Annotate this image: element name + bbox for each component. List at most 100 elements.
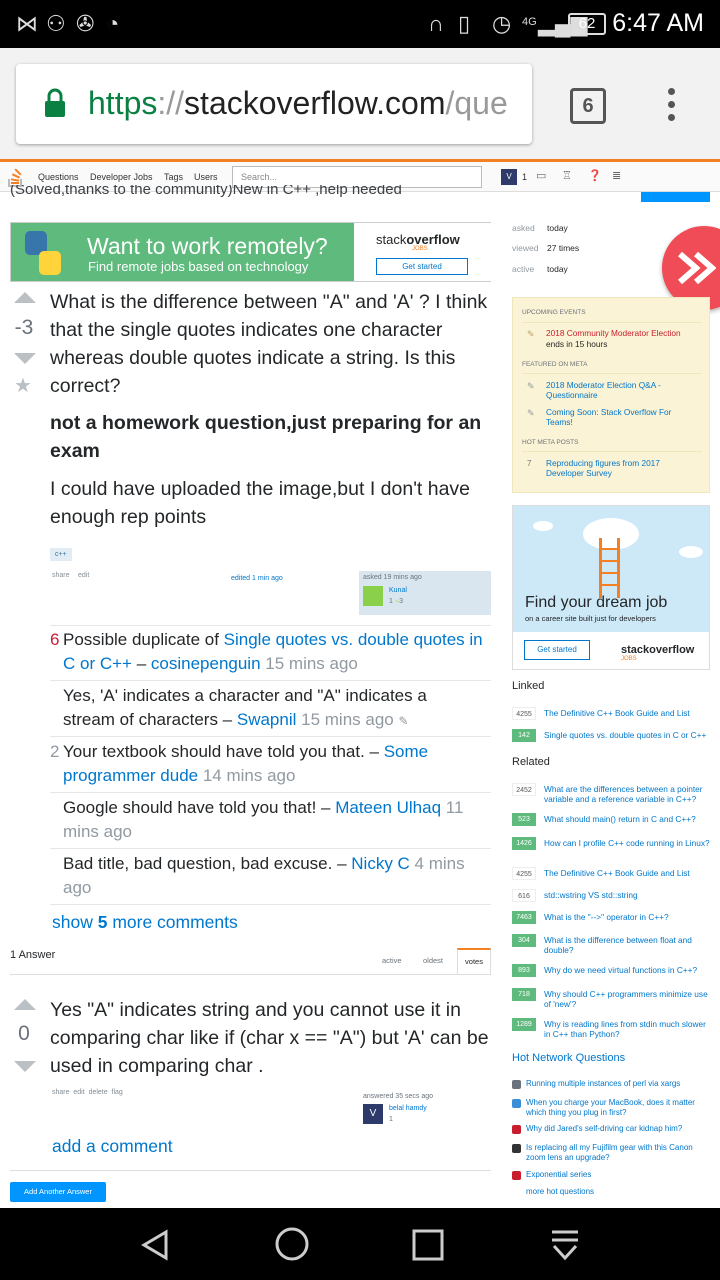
meta-link[interactable]: 2018 Moderator Election Q&A - Questionna… bbox=[546, 380, 696, 400]
hot-meta-link[interactable]: Reproducing figures from 2017 Developer … bbox=[546, 458, 696, 478]
related-question-link[interactable]: How can I profile C++ code running in Li… bbox=[544, 838, 714, 848]
edit-pencil-icon[interactable]: ✎ bbox=[398, 714, 408, 728]
network-type: 4G bbox=[522, 16, 537, 28]
hot-network-question-link[interactable]: Why did Jared's self-driving car kidnap … bbox=[526, 1124, 706, 1134]
jobs-ad-banner[interactable]: Want to work remotely? Find remote jobs … bbox=[10, 222, 491, 282]
nav-users[interactable]: Users bbox=[194, 172, 218, 182]
hot-network-question-link[interactable]: Is replacing all my Fujifilm gear with t… bbox=[526, 1143, 706, 1163]
avatar[interactable]: V bbox=[501, 169, 517, 185]
nav-questions[interactable]: Questions bbox=[38, 172, 79, 182]
event-link[interactable]: 2018 Community Moderator Election bbox=[546, 328, 681, 338]
site-icon bbox=[512, 1099, 521, 1108]
vibrate-icon: ▯ bbox=[458, 11, 471, 36]
jobs-label: JOBS bbox=[621, 656, 637, 662]
jobs-label: JOBS bbox=[412, 246, 428, 252]
answerer-avatar[interactable]: V bbox=[363, 1104, 383, 1124]
tag-cpp[interactable]: c++ bbox=[50, 548, 72, 561]
answer-upvote-button[interactable] bbox=[14, 999, 36, 1010]
edited-info[interactable]: edited 1 min ago bbox=[231, 575, 283, 582]
related-question-link[interactable]: What should main() return in C and C++? bbox=[544, 814, 714, 824]
back-icon[interactable] bbox=[138, 1228, 172, 1262]
site-switcher-icon[interactable]: ≣ bbox=[612, 169, 621, 182]
comment-user[interactable]: cosinepenguin bbox=[151, 654, 261, 673]
hot-network-heading[interactable]: Hot Network Questions bbox=[512, 1052, 625, 1064]
sort-votes-tab[interactable]: votes bbox=[457, 948, 491, 974]
related-question-link[interactable]: Why should C++ programmers minimize use … bbox=[544, 989, 714, 1009]
viewed-label: viewed bbox=[512, 243, 539, 253]
share-link[interactable]: share bbox=[52, 572, 70, 579]
comment-item: Bad title, bad question, bad excuse. – N… bbox=[63, 854, 465, 897]
favorite-star-icon[interactable]: ★ bbox=[14, 373, 32, 398]
site-icon bbox=[512, 1144, 521, 1153]
nav-developer-jobs[interactable]: Developer Jobs bbox=[90, 172, 153, 182]
show-more-comments-link[interactable]: show 5 more comments bbox=[52, 912, 238, 933]
bulletin-divider bbox=[522, 373, 702, 374]
meta-link[interactable]: Coming Soon: Stack Overflow For Teams! bbox=[546, 407, 696, 427]
downvote-button[interactable] bbox=[14, 353, 36, 364]
site-icon bbox=[512, 1171, 521, 1180]
question-score-badge: 7463 bbox=[512, 911, 536, 924]
answerer-name[interactable]: belal hamdy bbox=[389, 1105, 427, 1112]
answers-divider bbox=[10, 974, 491, 975]
related-question-link[interactable]: What is the difference between float and… bbox=[544, 935, 714, 955]
notification-pull-icon[interactable] bbox=[548, 1226, 582, 1262]
ad-get-started-button[interactable]: Get started bbox=[524, 640, 590, 660]
asker-name[interactable]: Kunal bbox=[389, 587, 407, 594]
sort-oldest-tab[interactable]: oldest bbox=[423, 956, 443, 965]
hot-network-question-link[interactable]: Running multiple instances of perl via x… bbox=[526, 1079, 706, 1089]
lock-icon bbox=[45, 88, 65, 117]
ask-question-button[interactable] bbox=[641, 192, 710, 202]
related-question-link[interactable]: Why is reading lines from stdin much slo… bbox=[544, 1019, 714, 1039]
overflow-menu-icon[interactable] bbox=[668, 88, 676, 127]
related-question-link[interactable]: std::wstring VS std::string bbox=[544, 890, 714, 900]
comment-item: Your textbook should have told you that.… bbox=[63, 742, 429, 785]
question-score-badge: 893 bbox=[512, 964, 536, 977]
related-question-link[interactable]: What are the differences between a point… bbox=[544, 784, 714, 804]
answer-actions[interactable]: share edit delete flag bbox=[52, 1089, 123, 1096]
question-score-badge: 304 bbox=[512, 934, 536, 947]
meta-icon: ✎ bbox=[527, 381, 535, 391]
hot-network-question-link[interactable]: Exponential series bbox=[526, 1170, 706, 1180]
achievements-icon[interactable]: ♖ bbox=[562, 169, 572, 182]
comment-user[interactable]: Nicky C bbox=[351, 854, 410, 873]
user-avatar[interactable] bbox=[363, 586, 383, 606]
comment-user[interactable]: Mateen Ulhaq bbox=[335, 798, 441, 817]
comment-user[interactable]: Swapnil bbox=[237, 710, 297, 729]
alarm-icon: ◷ bbox=[492, 11, 512, 36]
question-score-badge: 4255 bbox=[512, 867, 536, 880]
hot-network-question-link[interactable]: When you charge your MacBook, does it ma… bbox=[526, 1098, 706, 1118]
address-bar[interactable]: https://stackoverflow.com/que bbox=[16, 64, 532, 144]
edit-link[interactable]: edit bbox=[78, 572, 89, 579]
help-icon[interactable]: ❓ bbox=[588, 169, 602, 182]
asked-value: today bbox=[547, 223, 568, 233]
ad-subline: Find remote jobs based on technology bbox=[88, 259, 309, 274]
sort-active-tab[interactable]: active bbox=[382, 956, 402, 965]
dream-job-ad[interactable]: Find your dream job on a career site bui… bbox=[512, 505, 710, 670]
ad-get-started-button[interactable]: Get started bbox=[376, 258, 468, 275]
add-comment-link[interactable]: add a comment bbox=[52, 1136, 173, 1157]
related-question-link[interactable]: The Definitive C++ Book Guide and List bbox=[544, 708, 714, 718]
question-score-badge: 1426 bbox=[512, 837, 536, 850]
answer-divider bbox=[10, 1170, 491, 1171]
question-score-badge: 1289 bbox=[512, 1018, 536, 1031]
related-question-link[interactable]: Why do we need virtual functions in C++? bbox=[544, 965, 714, 975]
related-question-link[interactable]: The Definitive C++ Book Guide and List bbox=[544, 868, 714, 878]
comment-divider bbox=[50, 904, 491, 905]
recents-icon[interactable] bbox=[411, 1228, 445, 1262]
inbox-icon[interactable]: ▭ bbox=[536, 169, 546, 182]
tab-switcher-button[interactable]: 6 bbox=[570, 88, 606, 124]
mail-icon: ⋈ bbox=[16, 11, 38, 36]
headphones-icon: ∩ bbox=[428, 11, 444, 36]
more-hot-questions-link[interactable]: more hot questions bbox=[526, 1187, 594, 1196]
reputation: 1 bbox=[522, 172, 528, 182]
upvote-button[interactable] bbox=[14, 292, 36, 303]
event-icon: ✎ bbox=[527, 329, 535, 339]
answer-downvote-button[interactable] bbox=[14, 1061, 36, 1072]
home-icon[interactable] bbox=[274, 1226, 310, 1262]
play-icon bbox=[678, 251, 716, 285]
related-question-link[interactable]: What is the "-->" operator in C++? bbox=[544, 912, 714, 922]
nav-tags[interactable]: Tags bbox=[164, 172, 183, 182]
site-icon bbox=[512, 1080, 521, 1089]
add-another-answer-button[interactable]: Add Another Answer bbox=[10, 1182, 106, 1202]
related-question-link[interactable]: Single quotes vs. double quotes in C or … bbox=[544, 730, 714, 740]
